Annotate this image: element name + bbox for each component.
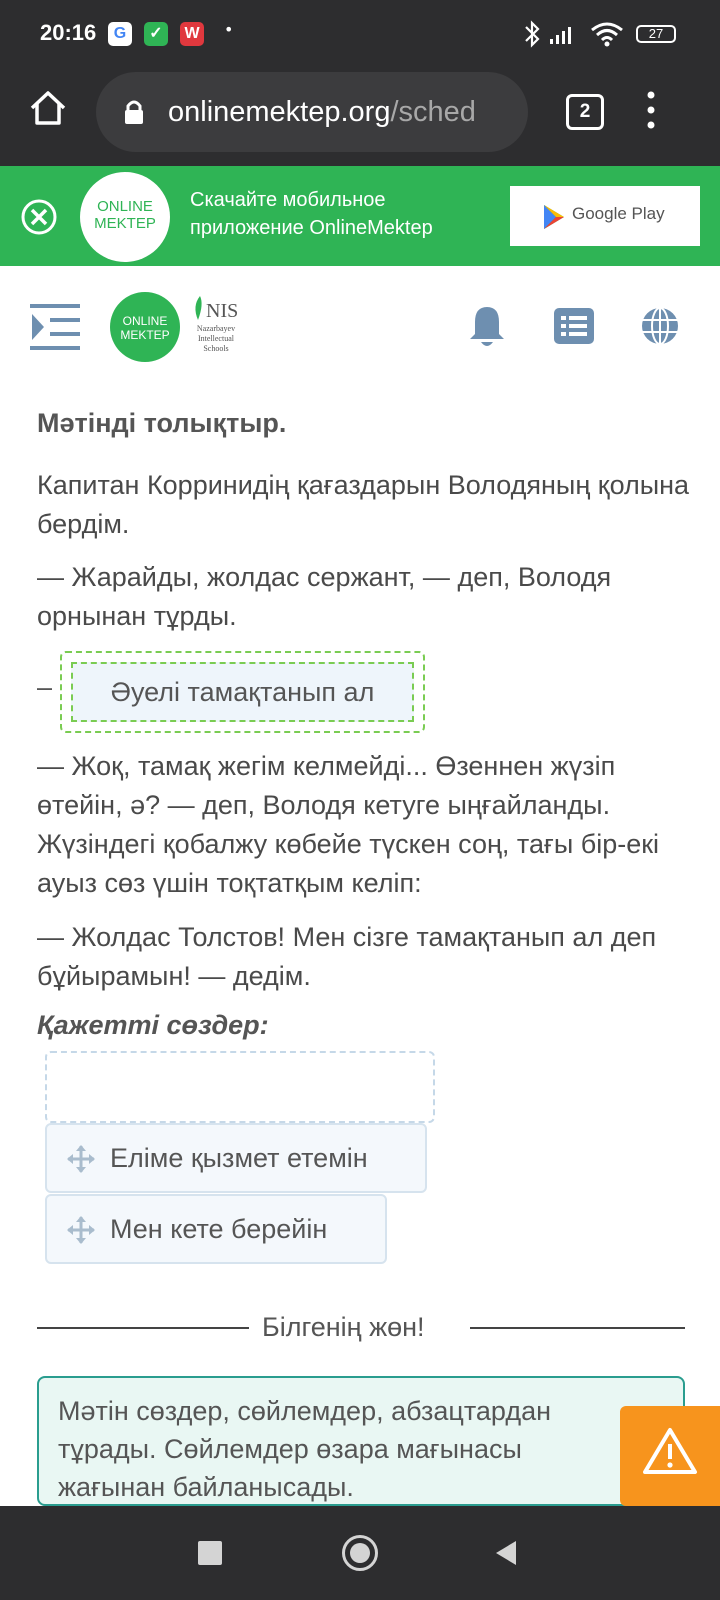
battery-icon: 27 [636,25,676,43]
nis-leaf-icon [195,296,202,320]
task-instruction: Мәтінді толықтыр. [37,408,287,438]
banner-text: Скачайте мобильное приложение OnlineMekt… [190,189,433,239]
divider-line [37,1327,249,1329]
word-option-label: Еліме қызмет етемін [110,1143,368,1173]
recent-apps-icon[interactable] [198,1541,222,1565]
bell-icon[interactable] [468,304,506,348]
google-icon: G [108,22,132,46]
text-paragraph: — Жолдас Толстов! Мен сізге тамақтанып а… [37,922,657,991]
lock-icon [125,100,143,124]
section-title: Білгенің жөн! [262,1312,425,1342]
back-icon[interactable] [494,1539,518,1567]
onlinemektep-logo[interactable]: ONLINE MEKTEP [110,292,180,362]
wps-icon: W [180,22,204,46]
onlinemektep-logo: ONLINE MEKTEP [80,172,170,262]
signal-icon [550,27,571,44]
wifi-icon [591,22,623,47]
nis-logo: NIS Nazarbayev Intellectual Schools [184,294,248,364]
text-paragraph: — Жарайды, жолдас сержант, — деп, Володя… [37,562,612,631]
text-paragraph: — Жоқ, тамақ жегім келмейді... Өзеннен ж… [37,751,660,898]
list-icon[interactable] [554,308,594,344]
url-text[interactable]: onlinemektep.org/sched [168,96,514,129]
word-bank-title: Қажетті сөздер: [37,1010,269,1040]
notification-dot: • [224,20,234,39]
home-nav-dot [350,1543,370,1563]
tab-switcher-button[interactable]: 2 [566,94,604,130]
filled-answer-chip[interactable]: Әуелі тамақтанып ал [71,662,414,722]
menu-toggle-icon[interactable] [30,304,80,350]
globe-icon[interactable] [640,306,680,346]
word-option-label: Мен кете берейін [110,1214,328,1244]
drag-handle-icon[interactable] [66,1144,96,1174]
dialogue-dash: – [37,672,53,702]
warning-icon [643,1428,697,1474]
text-paragraph: Капитан Корринидің қағаздарын Володяның … [37,470,690,539]
clock: 20:16 [40,20,97,45]
google-play-label: Google Play [572,204,665,223]
shield-app-icon: ✓ [144,22,168,46]
home-icon[interactable] [28,88,68,128]
divider-line [470,1327,685,1329]
drag-handle-icon[interactable] [66,1215,96,1245]
info-text: Мәтін сөздер, сөйлемдер, абзацтардан тұр… [58,1396,552,1502]
close-icon[interactable] [20,198,58,236]
more-menu-icon[interactable] [640,90,662,130]
google-play-icon [544,205,564,229]
word-bank-drop-zone[interactable] [45,1051,435,1123]
bluetooth-icon [525,20,540,48]
